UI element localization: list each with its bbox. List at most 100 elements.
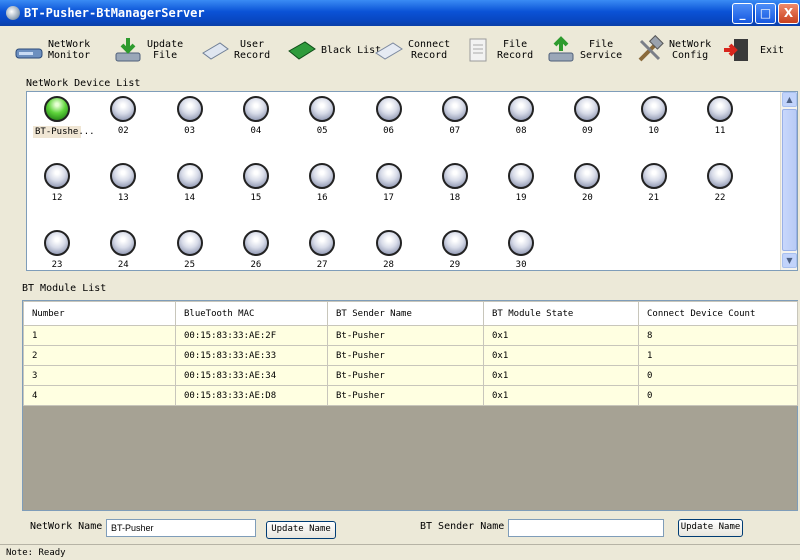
toolbar-black-list[interactable]: Black List [287,32,381,68]
device-item[interactable]: 08 [497,94,545,150]
device-item[interactable]: 11 [696,94,744,150]
update-sender-name-button[interactable]: Update Name [678,519,743,537]
device-item[interactable]: 28 [365,228,413,270]
column-header-sender-name[interactable]: BT Sender Name [327,301,484,326]
device-name: 18 [449,193,461,203]
device-status-icon [242,96,269,122]
sender-name-input[interactable] [508,519,664,537]
device-item[interactable]: 25 [166,228,214,270]
device-name: 12 [51,193,63,203]
device-item[interactable]: 23 [33,228,81,270]
cell-module-state: 0x1 [483,385,639,406]
network-name-input[interactable] [106,519,256,537]
device-name: BT-Pushe... [33,126,95,138]
toolbar-user-record[interactable]: User Record [200,32,270,68]
app-icon [6,6,20,20]
device-item[interactable]: BT-Pushe... [33,94,95,150]
scroll-down-icon[interactable]: ▼ [782,253,797,268]
device-name: 19 [515,193,527,203]
device-status-icon [508,230,535,256]
device-name: 14 [184,193,196,203]
device-item[interactable]: 16 [298,161,346,217]
device-item[interactable]: 07 [431,94,479,150]
device-item[interactable]: 30 [497,228,545,270]
device-item[interactable]: 14 [166,161,214,217]
cell-sender-name: Bt-Pusher [327,345,484,366]
device-status-icon [441,163,468,189]
toolbar-connect-record[interactable]: Connect Record [374,32,450,68]
table-row[interactable]: 3 00:15:83:33:AE:34 Bt-Pusher 0x1 0 [23,365,798,386]
device-item[interactable]: 05 [298,94,346,150]
cell-module-state: 0x1 [483,325,639,346]
device-item[interactable]: 27 [298,228,346,270]
device-item[interactable]: 13 [99,161,147,217]
device-status-icon [309,230,336,256]
device-name: 16 [316,193,328,203]
update-network-name-button[interactable]: Update Name [266,521,336,539]
device-name: 22 [714,193,726,203]
exit-label: Exit [760,44,785,56]
cell-sender-name: Bt-Pusher [327,385,484,406]
device-item[interactable]: 29 [431,228,479,270]
toolbar-network-config[interactable]: NetWork Config [635,32,711,68]
device-status-icon [707,163,733,189]
device-name: 05 [316,126,328,136]
device-item[interactable]: 24 [99,228,147,270]
device-item[interactable]: 04 [232,94,280,150]
table-row[interactable]: 1 00:15:83:33:AE:2F Bt-Pusher 0x1 8 [23,325,798,346]
scroll-up-icon[interactable]: ▲ [782,92,797,107]
device-status-icon [110,96,137,122]
table-row[interactable]: 4 00:15:83:33:AE:D8 Bt-Pusher 0x1 0 [23,385,798,406]
module-table: Number BlueTooth MAC BT Sender Name BT M… [22,300,798,511]
toolbar-network-monitor[interactable]: NetWork Monitor [14,32,90,68]
device-item[interactable]: 26 [232,228,280,270]
minimize-button[interactable]: _ [732,3,753,24]
device-item[interactable]: 21 [630,161,678,217]
device-name: 10 [648,126,660,136]
toolbar-file-record[interactable]: File Record [463,32,533,68]
title-bar[interactable]: BT-Pusher-BtManagerServer _ □ X [0,0,800,26]
toolbar-update-file[interactable]: Update File [113,32,183,68]
device-status-icon [375,96,402,122]
device-status-icon [574,96,601,122]
device-item[interactable]: 02 [99,94,147,150]
module-list-label: BT Module List [22,283,107,294]
device-status-icon [640,96,667,122]
black-list-label: Black List [321,44,382,56]
maximize-button[interactable]: □ [755,3,776,24]
close-button[interactable]: X [778,3,799,24]
device-item[interactable]: 03 [166,94,214,150]
table-row[interactable]: 2 00:15:83:33:AE:33 Bt-Pusher 0x1 1 [23,345,798,366]
device-item[interactable]: 18 [431,161,479,217]
toolbar-exit[interactable]: Exit [722,32,784,68]
device-item[interactable]: 09 [563,94,611,150]
device-item[interactable]: 17 [365,161,413,217]
cell-mac: 00:15:83:33:AE:D8 [175,385,328,406]
device-status-icon [242,163,269,189]
network-config-label: NetWork Config [669,39,712,61]
cell-sender-name: Bt-Pusher [327,365,484,386]
device-name: 29 [449,260,461,270]
device-item[interactable]: 10 [630,94,678,150]
cell-module-state: 0x1 [483,345,639,366]
device-item[interactable]: 20 [563,161,611,217]
scroll-thumb[interactable] [782,109,797,251]
file-service-icon [546,35,576,65]
device-item[interactable]: 06 [365,94,413,150]
network-name-label: NetWork Name [30,521,103,532]
column-header-device-count[interactable]: Connect Device Count [638,301,798,326]
cell-module-state: 0x1 [483,365,639,386]
device-status-icon [309,163,336,189]
device-list-scrollbar[interactable]: ▲ ▼ [780,92,797,270]
column-header-module-state[interactable]: BT Module State [483,301,639,326]
main-window: BT-Pusher-BtManagerServer _ □ X NetWork … [0,0,800,560]
device-item[interactable]: 19 [497,161,545,217]
column-header-number[interactable]: Number [23,301,176,326]
device-name: 24 [117,260,129,270]
cell-number: 1 [23,325,176,346]
device-item[interactable]: 22 [696,161,744,217]
column-header-mac[interactable]: BlueTooth MAC [175,301,328,326]
toolbar-file-service[interactable]: File Service [546,32,622,68]
device-item[interactable]: 15 [232,161,280,217]
device-item[interactable]: 12 [33,161,81,217]
